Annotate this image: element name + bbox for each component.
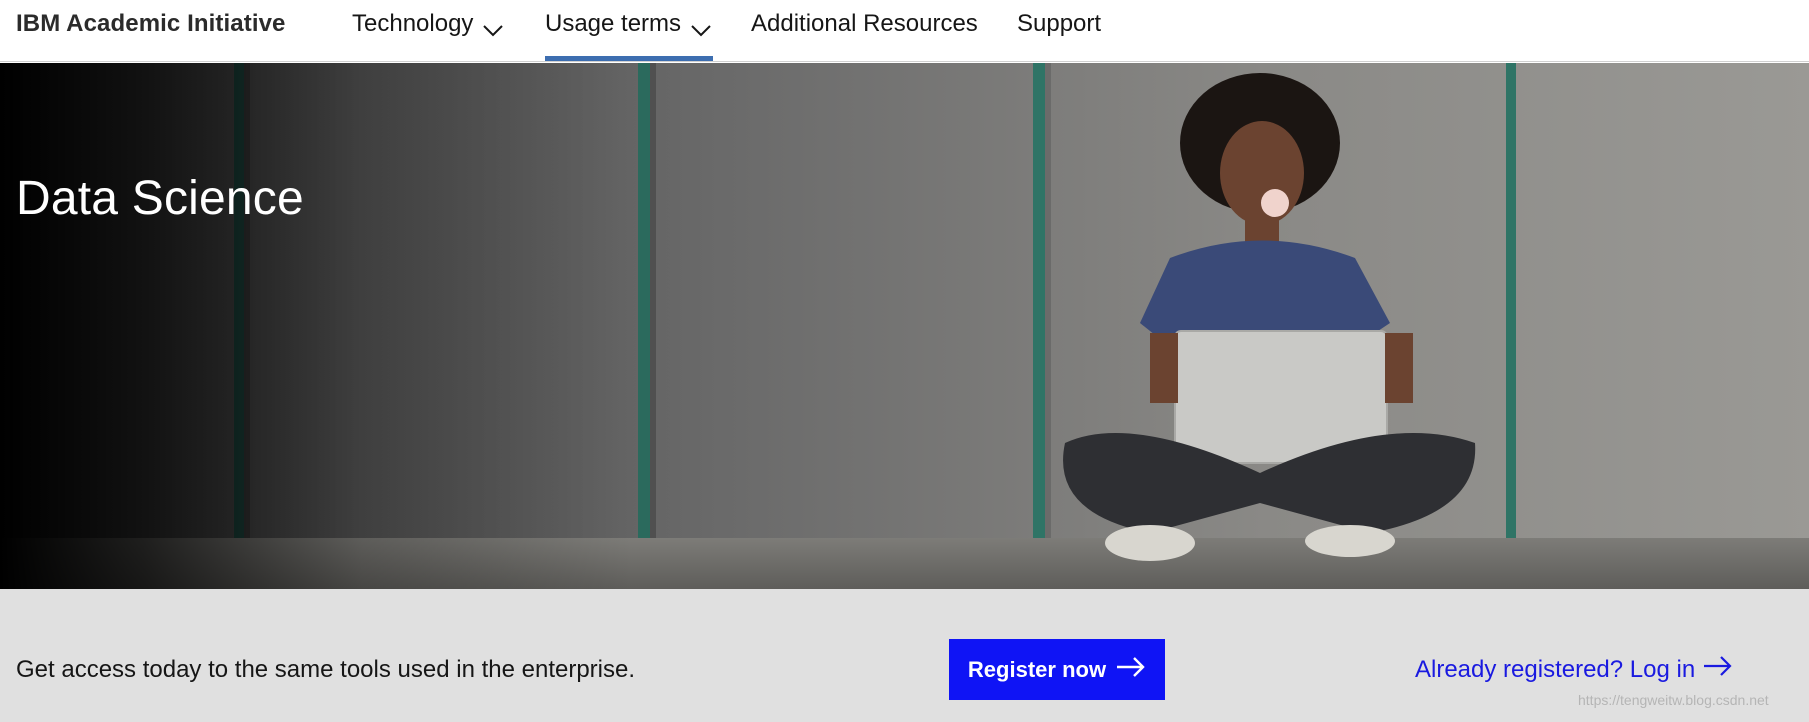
- watermark-text: https://tengweitw.blog.csdn.net: [1578, 692, 1769, 708]
- login-link[interactable]: Already registered? Log in: [1415, 655, 1733, 684]
- login-link-label: Already registered? Log in: [1415, 655, 1696, 683]
- hero-banner: Data Science: [0, 63, 1809, 589]
- nav-additional-resources-label: Additional Resources: [751, 10, 978, 37]
- hero-title: Data Science: [16, 172, 304, 225]
- hero-background-image: [0, 63, 1809, 589]
- nav-item-additional-resources[interactable]: Additional Resources: [751, 0, 978, 62]
- arrow-right-icon: [1116, 656, 1146, 684]
- register-now-button[interactable]: Register now: [949, 639, 1165, 700]
- nav-item-usage-terms[interactable]: Usage terms: [545, 0, 713, 62]
- nav-item-support[interactable]: Support: [1017, 0, 1101, 62]
- top-navigation: IBM Academic Initiative Technology Usage…: [0, 0, 1809, 62]
- register-now-label: Register now: [967, 656, 1107, 682]
- chevron-down-icon: [691, 16, 711, 44]
- nav-technology-label: Technology: [352, 10, 474, 37]
- arrow-right-icon: [1703, 655, 1733, 684]
- brand-logo-text[interactable]: IBM Academic Initiative: [16, 10, 286, 38]
- nav-usage-terms-label: Usage terms: [545, 10, 682, 37]
- chevron-down-icon: [483, 16, 504, 44]
- cta-band: Get access today to the same tools used …: [0, 589, 1809, 722]
- nav-support-label: Support: [1017, 10, 1102, 37]
- nav-item-technology[interactable]: Technology: [352, 0, 512, 62]
- cta-text: Get access today to the same tools used …: [16, 656, 636, 683]
